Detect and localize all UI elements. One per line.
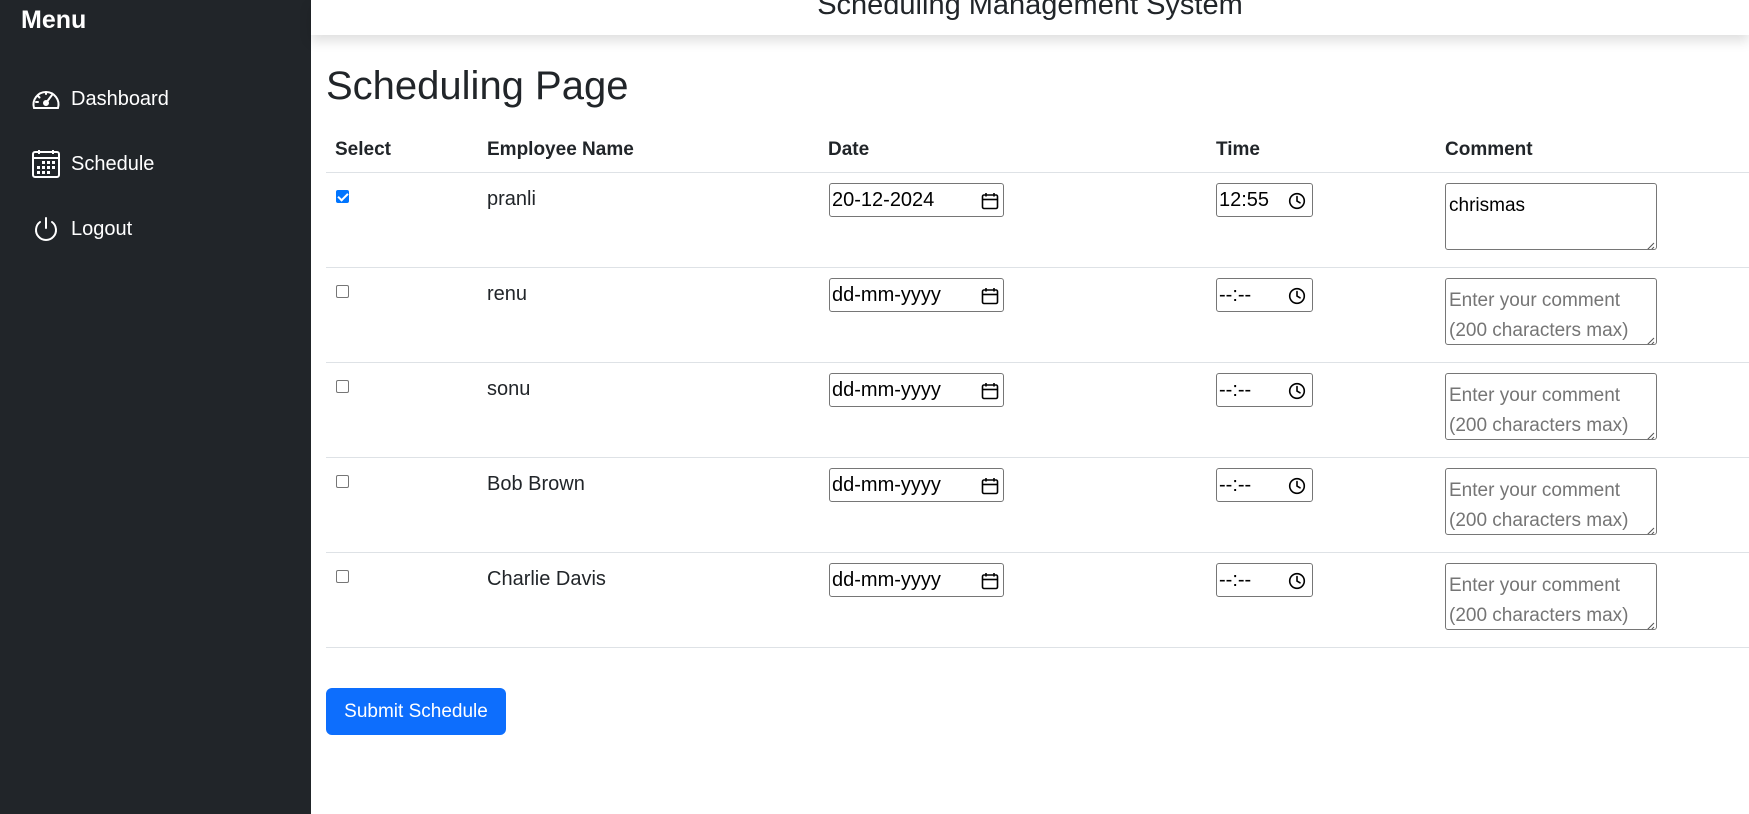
clock-icon[interactable] [1288,192,1306,210]
clock-icon[interactable] [1288,382,1306,400]
comment-textarea[interactable]: Enter your comment (200 characters max) [1445,373,1657,440]
calendar-icon [30,148,62,180]
column-header-time: Time [1216,139,1261,160]
page-title: Scheduling Page [326,64,629,108]
table-body: pranli 20-12-2024 12:55 chrismas renu dd-mm-y… [326,173,1749,648]
resize-handle-icon[interactable] [1645,618,1655,629]
calendar-picker-icon[interactable] [981,572,999,590]
resize-handle-icon[interactable] [1645,333,1655,344]
date-input[interactable]: dd-mm-yyyy [829,563,1004,597]
time-value: --:-- [1219,379,1252,401]
sidebar-item-label: Schedule [71,152,155,175]
sidebar-item-dashboard[interactable]: Dashboard [30,81,169,117]
comment-placeholder: Enter your comment (200 characters max) [1449,575,1629,626]
sidebar-item-schedule[interactable]: Schedule [30,146,154,182]
date-input[interactable]: 20-12-2024 [829,183,1004,217]
table-row: pranli 20-12-2024 12:55 chrismas [326,173,1749,268]
date-value: 20-12-2024 [832,189,935,211]
date-value: dd-mm-yyyy [832,284,941,306]
clock-icon[interactable] [1288,477,1306,495]
time-value: 12:55 [1219,189,1270,211]
select-checkbox[interactable] [336,190,349,203]
date-input[interactable]: dd-mm-yyyy [829,278,1004,312]
comment-textarea[interactable]: Enter your comment (200 characters max) [1445,563,1657,630]
sidebar: Menu Dashboard Schedule Logout [0,0,311,814]
time-input[interactable]: --:-- [1216,468,1313,502]
submit-schedule-button[interactable]: Submit Schedule [326,688,506,735]
time-input[interactable]: --:-- [1216,373,1313,407]
employee-name: renu [487,283,528,305]
date-value: dd-mm-yyyy [832,474,941,496]
comment-textarea[interactable]: Enter your comment (200 characters max) [1445,468,1657,535]
sidebar-item-label: Dashboard [71,87,169,110]
time-value: --:-- [1219,474,1252,496]
menu-title: Menu [21,6,87,34]
calendar-picker-icon[interactable] [981,477,999,495]
time-input[interactable]: 12:55 [1216,183,1313,217]
column-header-employee-name: Employee Name [487,139,634,160]
time-value: --:-- [1219,284,1252,306]
select-checkbox[interactable] [336,475,349,488]
column-header-select: Select [335,139,391,160]
select-checkbox[interactable] [336,285,349,298]
table-row: sonu dd-mm-yyyy --:-- Enter your comment (2… [326,363,1749,458]
comment-placeholder: Enter your comment (200 characters max) [1449,385,1629,436]
power-icon [30,213,62,245]
table-row: Bob Brown dd-mm-yyyy --:-- Enter your comme… [326,458,1749,553]
column-header-comment: Comment [1445,139,1533,160]
app-title: Scheduling Management System [817,0,1243,21]
table-header: Select Employee Name Date Time Comment [326,130,1749,173]
column-header-date: Date [828,139,870,160]
schedule-table: Select Employee Name Date Time Comment p… [326,130,1749,648]
time-value: --:-- [1219,569,1252,591]
comment-placeholder: Enter your comment (200 characters max) [1449,480,1629,531]
employee-name: Charlie Davis [487,568,606,590]
date-input[interactable]: dd-mm-yyyy [829,373,1004,407]
select-checkbox[interactable] [336,380,349,393]
calendar-picker-icon[interactable] [981,382,999,400]
date-input[interactable]: dd-mm-yyyy [829,468,1004,502]
resize-handle-icon[interactable] [1645,428,1655,439]
speedometer-icon [30,83,62,115]
employee-name: pranli [487,188,536,210]
comment-value: chrismas [1449,195,1526,216]
comment-placeholder: Enter your comment (200 characters max) [1449,290,1629,341]
time-input[interactable]: --:-- [1216,563,1313,597]
table-row: Charlie Davis dd-mm-yyyy --:-- Enter your c… [326,553,1749,648]
sidebar-item-label: Logout [71,217,133,240]
clock-icon[interactable] [1288,572,1306,590]
sidebar-item-logout[interactable]: Logout [30,211,132,247]
employee-name: sonu [487,378,531,400]
date-value: dd-mm-yyyy [832,379,941,401]
top-header: Scheduling Management System [311,0,1749,35]
employee-name: Bob Brown [487,473,585,495]
time-input[interactable]: --:-- [1216,278,1313,312]
comment-textarea[interactable]: Enter your comment (200 characters max) [1445,278,1657,345]
comment-textarea[interactable]: chrismas [1445,183,1657,250]
table-row: renu dd-mm-yyyy --:-- Enter your comment (2… [326,268,1749,363]
calendar-picker-icon[interactable] [981,192,999,210]
resize-handle-icon[interactable] [1645,238,1655,249]
resize-handle-icon[interactable] [1645,523,1655,534]
date-value: dd-mm-yyyy [832,569,941,591]
clock-icon[interactable] [1288,287,1306,305]
calendar-picker-icon[interactable] [981,287,999,305]
select-checkbox[interactable] [336,570,349,583]
